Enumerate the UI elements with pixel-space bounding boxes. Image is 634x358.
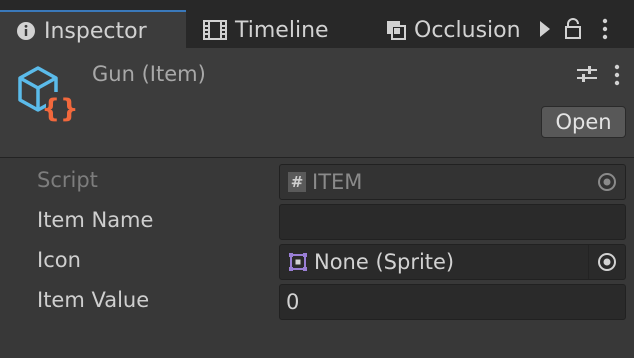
field-value: 0 [286,290,300,314]
property-label: Item Name [37,208,154,232]
tab-occlusion[interactable]: Occlusion [386,12,528,48]
open-button[interactable]: Open [541,106,626,138]
svg-text:{}: {} [41,94,78,122]
kebab-menu-icon[interactable] [614,64,620,90]
property-row-item-value: Item Value 0 [0,284,634,320]
kebab-menu-icon[interactable] [590,18,620,40]
info-icon [16,21,36,41]
item-value-input[interactable]: 0 [279,284,626,320]
play-arrow-icon[interactable] [534,20,556,38]
object-picker-icon[interactable] [588,245,625,279]
hash-icon: # [288,172,306,192]
sprite-icon [288,252,308,272]
property-row-icon: Icon None (Sprite) [0,244,634,280]
scriptable-object-icon: {} [16,64,79,126]
object-title: Gun (Item) [92,62,206,86]
property-label: Script [37,168,98,192]
property-label: Item Value [37,288,150,312]
property-row-script: Script # ITEM [0,164,634,200]
tab-timeline[interactable]: Timeline [203,12,353,48]
item-name-input[interactable] [279,204,626,240]
field-value: None (Sprite) [314,250,455,274]
tab-label: Timeline [235,17,329,43]
film-icon [203,20,227,40]
tab-toolbar [534,14,620,44]
inspector-header: {} Gun (Item) Open [0,48,634,158]
occlusion-icon [386,20,406,40]
object-picker-icon[interactable] [589,165,625,199]
tab-label: Occlusion [414,17,521,43]
lock-icon[interactable] [556,18,590,40]
property-label: Icon [37,248,81,272]
icon-sprite-field[interactable]: None (Sprite) [279,244,626,280]
script-field[interactable]: # ITEM [279,164,626,200]
settings-sliders-icon[interactable] [576,64,598,88]
tab-bar: Inspector Timeline Occlusion [0,0,634,50]
property-row-item-name: Item Name [0,204,634,240]
tab-inspector[interactable]: Inspector [0,10,186,50]
field-value: ITEM [312,170,363,194]
tab-label: Inspector [44,18,147,44]
